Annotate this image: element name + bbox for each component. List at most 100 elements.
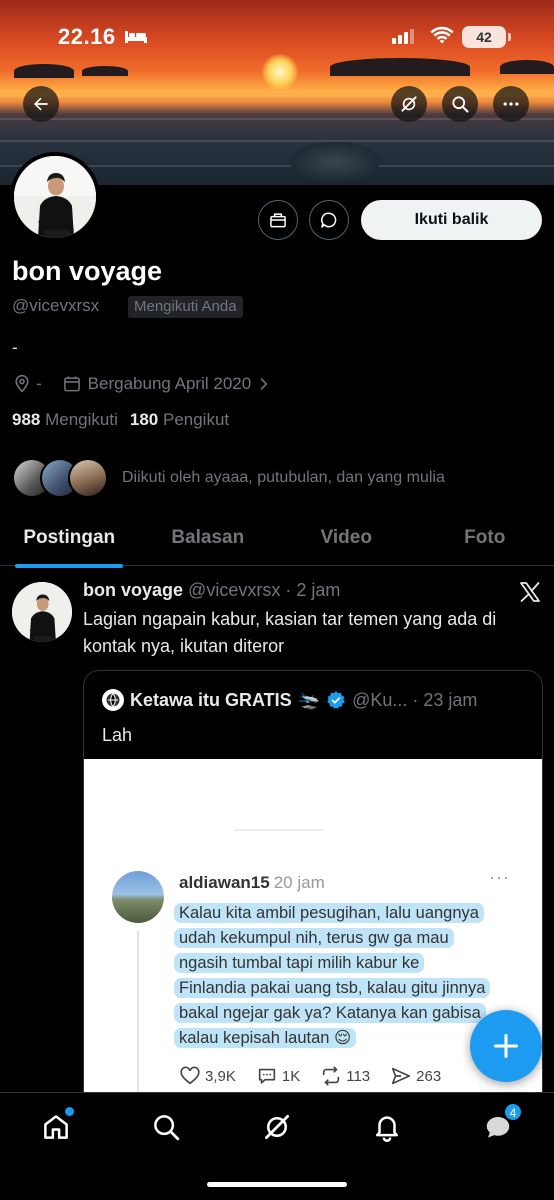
nav-messages[interactable]: 4 xyxy=(482,1103,522,1143)
cellular-signal-icon xyxy=(392,28,414,44)
post-author-avatar[interactable] xyxy=(12,582,72,642)
back-button[interactable] xyxy=(23,86,59,122)
rock xyxy=(290,142,380,182)
search-button[interactable] xyxy=(442,86,478,122)
more-button[interactable] xyxy=(493,86,529,122)
follow-back-button[interactable]: Ikuti balik xyxy=(361,200,542,240)
post-author-name: bon voyage xyxy=(83,580,184,600)
avatar-person xyxy=(14,156,96,238)
comment-line: ngasih tumbal tapi milih kabur ke xyxy=(174,953,425,973)
nav-search[interactable] xyxy=(150,1111,182,1143)
subscribe-gift-button[interactable] xyxy=(258,200,298,240)
more-dots-icon: ··· xyxy=(489,867,510,887)
chat-bubble-icon xyxy=(321,212,337,228)
repost-action: 113 xyxy=(320,1065,370,1087)
profile-name: bon voyage xyxy=(12,256,163,286)
comment-avatar xyxy=(112,871,164,923)
quote-text: Lah xyxy=(102,725,133,745)
share-action: 263 xyxy=(390,1065,441,1087)
highlighted-comment: Kalau kita ambil pesugihan, lalu uangnya… xyxy=(174,901,524,1051)
comment-time: 20 jam xyxy=(273,873,325,892)
calendar-icon xyxy=(63,376,80,392)
quote-author-avatar xyxy=(102,689,124,711)
repost-icon xyxy=(323,1066,340,1086)
wifi-icon xyxy=(430,26,454,44)
comment-line: kalau kepisah lautan 😌 xyxy=(174,1028,357,1048)
following-label: Mengikuti xyxy=(45,410,118,429)
heart-icon xyxy=(180,1066,200,1085)
message-button[interactable] xyxy=(309,200,349,240)
post-meta: @vicevxrsx · 2 jam xyxy=(188,580,341,600)
following-count: 988 xyxy=(12,410,41,429)
search-icon xyxy=(452,96,469,113)
mutual-avatar xyxy=(68,458,108,498)
profile-location: - xyxy=(36,374,42,393)
active-tab-indicator xyxy=(15,564,124,568)
wave xyxy=(0,140,554,142)
comment-line: Finlandia pakai uang tsb, kalau gitu jin… xyxy=(174,978,491,998)
compose-button[interactable] xyxy=(470,1010,542,1082)
island-right xyxy=(330,58,470,76)
post-header[interactable]: bon voyage @vicevxrsx · 2 jam xyxy=(83,580,340,601)
tab-label: Foto xyxy=(464,527,506,548)
quote-header: Ketawa itu GRATIS 🛬 @Ku... · 23 jam xyxy=(102,689,477,711)
profile-meta: - Bergabung April 2020 xyxy=(12,372,271,396)
chevron-right-icon[interactable] xyxy=(255,376,271,392)
followers-count: 180 xyxy=(129,410,159,429)
following-link[interactable]: 988 Mengikuti xyxy=(12,410,118,430)
followers-label: Pengikut xyxy=(162,410,230,429)
profile-tabs: Postingan Balasan Video Foto xyxy=(0,514,554,568)
quote-meta: @Ku... · 23 jam xyxy=(352,689,478,710)
comment-username-text: aldiawan15 xyxy=(179,873,270,892)
nav-notifications[interactable] xyxy=(371,1111,403,1143)
battery-indicator: 42 xyxy=(462,26,511,48)
plus-icon xyxy=(493,1033,519,1059)
tab-video[interactable]: Video xyxy=(277,514,416,565)
grok-button[interactable] xyxy=(391,86,427,122)
quote-author-name: Ketawa itu GRATIS xyxy=(130,689,292,710)
thread-line xyxy=(137,931,139,1101)
tab-label: Video xyxy=(320,527,372,548)
new-posts-dot xyxy=(65,1107,74,1116)
nav-home[interactable] xyxy=(40,1107,74,1143)
sun xyxy=(262,54,298,90)
grok-icon xyxy=(265,1115,289,1139)
nav-grok[interactable] xyxy=(261,1111,293,1143)
verified-badge-icon xyxy=(327,691,345,709)
more-dots-icon xyxy=(503,102,519,106)
bell-icon xyxy=(376,1116,398,1142)
status-time: 22.16 xyxy=(58,24,116,49)
profile-avatar[interactable] xyxy=(10,152,100,242)
profile-handle: @vicevxrsx xyxy=(12,296,100,315)
search-icon xyxy=(154,1115,180,1141)
follow-stats: 988 Mengikuti 180 Pengikut xyxy=(12,410,229,430)
faint-divider xyxy=(234,829,324,831)
gift-icon xyxy=(270,213,286,228)
grok-icon xyxy=(401,96,417,112)
followers-link[interactable]: 180 Pengikut xyxy=(130,410,229,430)
island-left xyxy=(14,64,74,78)
comment-username: aldiawan15 20 jam xyxy=(179,873,325,893)
home-icon xyxy=(44,1115,68,1139)
messages-badge: 4 xyxy=(504,1103,522,1121)
share-count: 263 xyxy=(416,1067,442,1085)
comment-bubble-icon xyxy=(258,1068,276,1084)
avatar-person xyxy=(12,582,72,642)
like-count: 3,9K xyxy=(205,1067,236,1085)
tab-replies[interactable]: Balasan xyxy=(139,514,278,565)
tab-posts[interactable]: Postingan xyxy=(0,514,139,568)
island-far-right xyxy=(500,60,554,74)
like-action: 3,9K xyxy=(179,1065,236,1087)
repost-count: 113 xyxy=(346,1067,371,1085)
follows-you-badge: Mengikuti Anda xyxy=(128,296,243,318)
profile-joined[interactable]: Bergabung April 2020 xyxy=(88,374,252,394)
comment-line: udah kekumpul nih, terus gw ga mau xyxy=(174,928,454,948)
profile-bio: - xyxy=(12,338,18,357)
tab-label: Postingan xyxy=(23,527,116,548)
arrow-left-icon xyxy=(34,97,48,111)
followed-by-row[interactable]: Diikuti oleh ayaaa, putubulan, dan yang … xyxy=(12,456,445,500)
tab-photos[interactable]: Foto xyxy=(416,514,554,565)
status-bar: 22.16 42 xyxy=(0,20,554,56)
globe-avatar-icon xyxy=(106,693,120,707)
comment-count: 1K xyxy=(281,1067,301,1085)
